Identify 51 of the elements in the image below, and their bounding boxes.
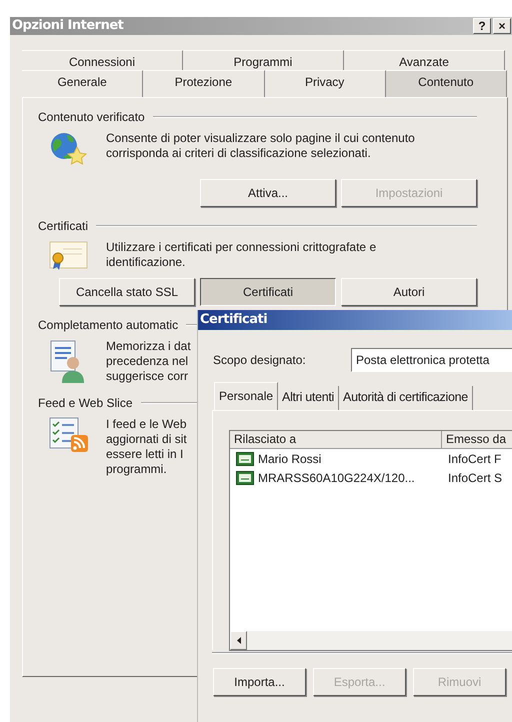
certificate-icon bbox=[49, 240, 89, 270]
button[interactable]: Importa... bbox=[213, 668, 306, 696]
description-text: identificazione. bbox=[106, 255, 186, 270]
description-text: Consente di poter visualizzare solo pagine il cui contenuto bbox=[106, 131, 415, 146]
tab[interactable]: Protezione bbox=[143, 70, 264, 97]
list-cell-text: InfoCert F bbox=[447, 451, 502, 468]
window-title: Opzioni Internet bbox=[12, 17, 124, 36]
left-arrow-icon bbox=[236, 637, 240, 644]
button[interactable]: Attiva... bbox=[200, 179, 336, 207]
description-text: corrisponda ai criteri di classificazione selezionati. bbox=[106, 146, 372, 161]
button[interactable]: Certificati bbox=[200, 278, 336, 306]
description-text: aggiornati di sit bbox=[106, 432, 187, 447]
document-user-icon bbox=[49, 339, 85, 383]
close-button[interactable]: × bbox=[493, 18, 511, 34]
list-cell-text: Mario Rossi bbox=[258, 451, 322, 468]
certificate-icon bbox=[236, 452, 254, 466]
list-cell-text: InfoCert S bbox=[447, 470, 502, 487]
field-label: Scopo designato: bbox=[213, 352, 307, 369]
help-button[interactable]: ? bbox=[473, 18, 491, 34]
window-title: Certificati bbox=[200, 311, 268, 330]
tab[interactable]: Connessioni bbox=[22, 50, 183, 70]
tab[interactable]: Contenuto bbox=[386, 70, 507, 97]
scroll-left-button[interactable] bbox=[230, 631, 247, 650]
description-text: suggerisce corr bbox=[106, 369, 190, 384]
group-title: Feed e Web Slice bbox=[38, 395, 132, 412]
group-title: Certificati bbox=[38, 218, 88, 235]
group-title: Contenuto verificato bbox=[38, 109, 145, 126]
tab[interactable]: Privacy bbox=[264, 70, 386, 97]
description-text: Utilizzare i certificati per connessioni crittografate e bbox=[106, 240, 376, 255]
column-header[interactable]: Rilasciato a bbox=[230, 431, 442, 449]
description-text: Memorizza i dat bbox=[106, 339, 191, 354]
description-text: precedenza nel bbox=[106, 354, 190, 369]
tab[interactable]: Avanzate bbox=[344, 50, 505, 70]
list-cell-text: MRARSS60A10G224X/120... bbox=[258, 470, 415, 487]
tab[interactable]: Autorità di certificazione bbox=[339, 386, 473, 410]
description-text: essere letti in I bbox=[106, 447, 184, 462]
button[interactable]: Autori bbox=[341, 278, 477, 306]
description-text: programmi. bbox=[106, 462, 168, 477]
dropdown[interactable]: Posta elettronica protetta bbox=[351, 348, 512, 372]
tab[interactable]: Personale bbox=[214, 382, 278, 410]
certificate-icon bbox=[236, 471, 254, 485]
globe-star-icon bbox=[49, 131, 87, 167]
feed-list-icon bbox=[49, 417, 89, 453]
column-header[interactable]: Emesso da bbox=[442, 431, 512, 449]
tab[interactable]: Programmi bbox=[183, 50, 344, 70]
tab[interactable]: Altri utenti bbox=[278, 386, 340, 410]
scrollbar[interactable] bbox=[230, 631, 512, 650]
group-title: Completamento automatic bbox=[38, 317, 178, 334]
tab[interactable]: Generale bbox=[22, 70, 144, 97]
description-text: I feed e le Web bbox=[106, 417, 187, 432]
button[interactable]: Cancella stato SSL bbox=[59, 278, 195, 306]
